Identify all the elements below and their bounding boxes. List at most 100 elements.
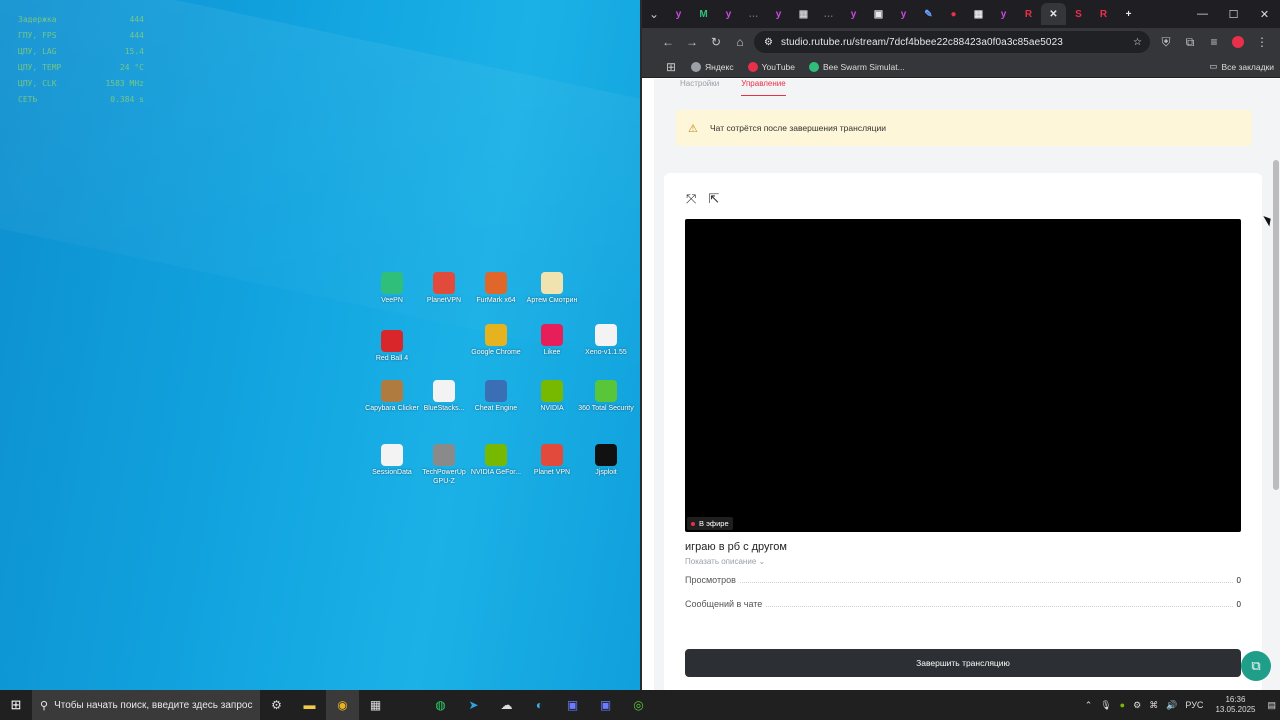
media-icon[interactable]: ≡ — [1202, 30, 1226, 54]
browser-tab[interactable]: ✎ — [916, 3, 941, 25]
chevron-up-icon[interactable]: ⌃ — [1085, 700, 1093, 711]
desktop-shortcut[interactable]: 360 Total Security — [578, 380, 634, 413]
taskbar-search[interactable]: ⚲ Чтобы начать поиск, введите здесь запр… — [32, 690, 260, 720]
browser-tab[interactable]: ▣ — [866, 3, 891, 25]
site-info-icon[interactable]: ⚙ — [764, 37, 773, 48]
address-bar[interactable]: ⚙ studio.rutube.ru/stream/7dcf4bbee22c88… — [754, 31, 1150, 53]
back-icon[interactable]: ← — [656, 30, 680, 54]
show-description-link[interactable]: Показать описание ⌄ — [685, 557, 765, 566]
shortcut-icon — [541, 272, 563, 294]
bookmark-star-icon[interactable]: ☆ — [1133, 37, 1142, 48]
desktop-shortcut[interactable]: PlanetVPN — [416, 272, 472, 305]
telegram-app-icon[interactable]: ➤ — [457, 690, 490, 720]
browser-tab[interactable]: R — [1016, 3, 1041, 25]
windows-start-icon[interactable]: ⊞ — [0, 690, 32, 720]
network-icon[interactable]: ⌘ — [1149, 700, 1158, 711]
close-icon[interactable]: ✕ — [1249, 0, 1280, 28]
volume-icon[interactable]: 🔊 — [1166, 700, 1177, 711]
browser-tab[interactable]: y — [891, 3, 916, 25]
browser-tab[interactable]: ● — [941, 3, 966, 25]
language-indicator[interactable]: РУС — [1185, 700, 1203, 710]
app-icon-security[interactable]: ◎ — [622, 690, 655, 720]
window-controls: — ☐ ✕ — [1187, 0, 1280, 28]
chrome-app-icon[interactable]: ◉ — [326, 690, 359, 720]
stat-label: Просмотров — [685, 575, 736, 585]
live-badge: В эфире — [687, 517, 733, 530]
video-player[interactable]: В эфире — [685, 219, 1241, 532]
menu-icon[interactable]: ⋮ — [1250, 30, 1274, 54]
end-stream-button[interactable]: Завершить трансляцию — [685, 649, 1241, 677]
folder-icon: ▭ — [1209, 61, 1218, 71]
desktop-shortcut[interactable]: BlueStacks... — [416, 380, 472, 413]
home-icon[interactable]: ⌂ — [728, 30, 752, 54]
shield-icon[interactable]: ⛨ — [1154, 30, 1178, 54]
osd-label: ЦПУ, CLK — [18, 79, 57, 88]
nvidia-tray-icon[interactable]: ● — [1120, 700, 1125, 710]
app-icon-blue-2[interactable]: ▣ — [589, 690, 622, 720]
desktop-shortcut[interactable]: NVIDIA GeFor... — [468, 444, 524, 477]
profile-icon[interactable] — [1226, 30, 1250, 54]
desktop-icons: VeePN PlanetVPN FurMark x64 Артем Смотрин Re… — [365, 272, 636, 502]
settings-app-icon[interactable]: ⚙ — [260, 690, 293, 720]
shortcut-label: TechPowerUp GPU-Z — [422, 469, 466, 485]
shortcut-icon — [485, 380, 507, 402]
tray-app-icon[interactable]: ⚙ — [1133, 700, 1141, 711]
whatsapp-app-icon[interactable]: ◍ — [424, 690, 457, 720]
browser-tab[interactable]: y — [841, 3, 866, 25]
browser-tab[interactable]: y — [766, 3, 791, 25]
bookmark-item[interactable]: Яндекс — [691, 61, 734, 72]
apps-icon[interactable]: ⊞ — [659, 55, 683, 79]
browser-window: ⌄ y My… y ▦… y ▣ y ✎ ● ▦ y R ✕ S R + — ☐ ✕ ← → ↻ ⌂ ⚙ st… — [642, 0, 1280, 690]
maximize-icon[interactable]: ☐ — [1218, 0, 1249, 28]
desktop-shortcut[interactable]: Артем Смотрин — [524, 272, 580, 305]
desktop-shortcut[interactable]: Jjsploit — [578, 444, 634, 477]
tab-settings[interactable]: Настройки — [680, 79, 719, 96]
tab-search-icon[interactable]: ⌄ — [642, 2, 666, 26]
browser-tab[interactable]: y — [716, 3, 741, 25]
active-tab-close-icon[interactable]: ✕ — [1041, 3, 1066, 25]
forward-icon[interactable]: → — [680, 30, 704, 54]
desktop-shortcut[interactable]: Cheat Engine — [468, 380, 524, 413]
calculator-app-icon[interactable]: ▦ — [359, 690, 392, 720]
edge-app-icon[interactable]: ◐ — [523, 690, 556, 720]
desktop-shortcut[interactable]: Planet VPN — [524, 444, 580, 477]
desktop-shortcut[interactable]: Google Chrome — [468, 324, 524, 357]
browser-tab[interactable]: y — [666, 3, 691, 25]
desktop-shortcut[interactable]: VeePN — [364, 272, 420, 305]
browser-tab[interactable]: S — [1066, 3, 1091, 25]
chat-support-icon[interactable]: ⧉ — [1241, 651, 1271, 681]
minimize-icon[interactable]: — — [1187, 0, 1218, 28]
browser-tab[interactable]: ▦ — [966, 3, 991, 25]
desktop-shortcut[interactable]: Xeno-v1.1.55 — [578, 324, 634, 357]
browser-tab[interactable]: … — [741, 3, 766, 25]
desktop-shortcut[interactable]: Capybara Clicker — [364, 380, 420, 413]
cloud-app-icon[interactable]: ☁ — [490, 690, 523, 720]
bookmark-item[interactable]: Bee Swarm Simulat... — [809, 61, 905, 72]
microphone-icon[interactable]: 🎙 — [1100, 700, 1111, 711]
desktop-shortcut[interactable]: NVIDIA — [524, 380, 580, 413]
desktop-shortcut[interactable]: FurMark x64 — [468, 272, 524, 305]
browser-tab[interactable]: ▦ — [791, 3, 816, 25]
extensions-icon[interactable]: ⧉ — [1178, 30, 1202, 54]
file-explorer-icon[interactable]: ▬ — [293, 690, 326, 720]
browser-tab[interactable]: … — [816, 3, 841, 25]
bookmark-label: YouTube — [761, 61, 795, 72]
bookmark-item[interactable]: YouTube — [747, 61, 795, 72]
browser-tab[interactable]: y — [991, 3, 1016, 25]
desktop-shortcut[interactable]: Likee — [524, 324, 580, 357]
tab-manage[interactable]: Управление — [741, 79, 786, 96]
desktop-shortcut[interactable]: SessionData — [364, 444, 420, 477]
app-icon-blue-1[interactable]: ▣ — [556, 690, 589, 720]
all-bookmarks[interactable]: ▭ Все закладки — [1209, 61, 1274, 72]
notifications-icon[interactable]: ▤ — [1267, 700, 1276, 711]
reload-icon[interactable]: ↻ — [704, 30, 728, 54]
share-icon[interactable]: ⤧ — [686, 191, 696, 207]
external-link-icon[interactable]: ⇱ — [708, 191, 719, 207]
desktop-shortcut[interactable]: TechPowerUp GPU-Z — [416, 444, 472, 486]
browser-tab[interactable]: M — [691, 3, 716, 25]
scrollbar-thumb[interactable] — [1273, 160, 1279, 490]
clock[interactable]: 16:36 13.05.2025 — [1215, 695, 1255, 715]
desktop-shortcut[interactable]: Red Ball 4 — [364, 330, 420, 363]
browser-tab[interactable]: + — [1116, 3, 1141, 25]
browser-tab[interactable]: R — [1091, 3, 1116, 25]
